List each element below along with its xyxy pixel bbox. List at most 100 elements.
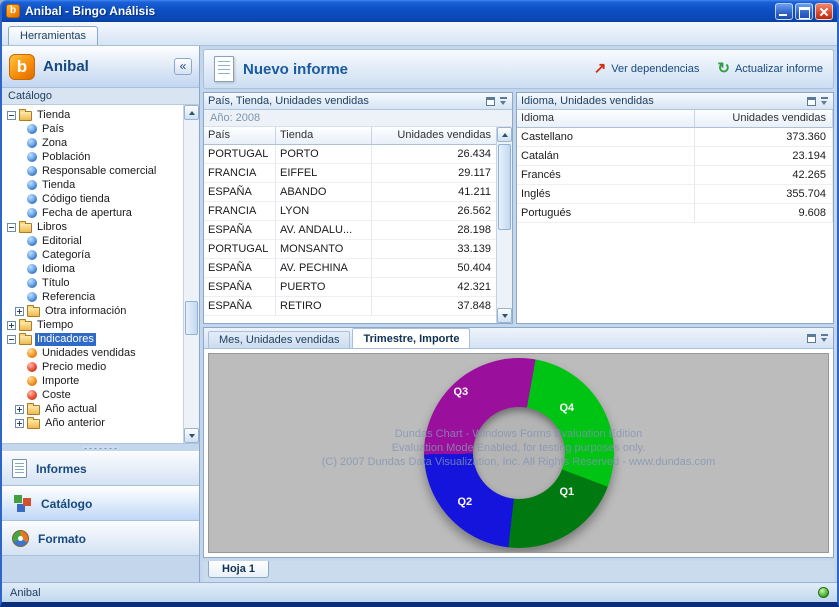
actualizar-informe-button[interactable]: ↻ Actualizar informe [717,62,823,76]
tree-item-selected[interactable]: Indicadores [2,332,183,346]
tree-item[interactable]: Precio medio [2,360,183,374]
filter-chip[interactable]: Año: 2008 [204,110,512,127]
table-row[interactable]: ESPAÑARETIRO37.848 [204,297,512,316]
tree-item[interactable]: Tiempo [2,318,183,332]
column-header[interactable]: Tienda [276,127,372,145]
folder-icon [27,419,40,429]
app-window: b Anibal - Bingo Análisis Herramientas b… [0,0,839,607]
minimize-button[interactable] [775,3,793,20]
table-row[interactable]: FRANCIAEIFFEL29.117 [204,164,512,183]
collapse-expander-icon[interactable] [7,223,16,232]
expand-expander-icon[interactable] [15,405,24,414]
table-row[interactable]: Castellano373.360 [517,128,833,147]
dimension-icon [27,278,37,288]
tree-item[interactable]: Año actual [2,402,183,416]
table-row[interactable]: Inglés355.704 [517,185,833,204]
catalog-section-label: Catálogo [2,88,199,105]
panel-menu-icon[interactable] [820,97,829,106]
sidebar-item-catalogo[interactable]: Catálogo [2,486,199,521]
ver-dependencias-button[interactable]: ↗ Ver dependencias [594,62,700,76]
table-row[interactable]: PORTUGALMONSANTO33.139 [204,240,512,259]
sheet-tab-hoja1[interactable]: Hoja 1 [208,561,269,578]
panel-restore-icon[interactable] [486,97,495,106]
report-header: Nuevo informe ↗ Ver dependencias ↻ Actua… [203,49,834,89]
collapse-expander-icon[interactable] [7,335,16,344]
sidebar-item-informes[interactable]: Informes [2,451,199,486]
tree-item[interactable]: Otra información [2,304,183,318]
collapse-expander-icon[interactable] [7,111,16,120]
collapse-sidebar-button[interactable]: « [174,58,192,75]
panel-restore-icon[interactable] [807,334,816,343]
column-header[interactable]: Unidades vendidas [372,127,512,145]
scroll-up-icon[interactable] [184,105,199,120]
table-row[interactable]: ESPAÑAABANDO41.211 [204,183,512,202]
tree-item-label: Libros [35,221,69,234]
tab-herramientas[interactable]: Herramientas [8,26,98,45]
tree-item-label: País [40,123,66,136]
tree-item[interactable]: Población [2,150,183,164]
table-row[interactable]: ESPAÑAAV. ANDALU...28.198 [204,221,512,240]
tree-item[interactable]: Zona [2,136,183,150]
expand-expander-icon[interactable] [15,307,24,316]
table-row[interactable]: ESPAÑAPUERTO42.321 [204,278,512,297]
expand-expander-icon[interactable] [7,321,16,330]
tree-item[interactable]: Importe [2,374,183,388]
tree-item[interactable]: Categoría [2,248,183,262]
cell: PUERTO [276,278,372,297]
tree-item[interactable]: Código tienda [2,192,183,206]
panel-menu-icon[interactable] [820,334,829,343]
tree-item[interactable]: Título [2,276,183,290]
table-row[interactable]: ESPAÑAAV. PECHINA50.404 [204,259,512,278]
tree-item[interactable]: Unidades vendidas [2,346,183,360]
app-name: Anibal [43,58,89,75]
tree-item[interactable]: Coste [2,388,183,402]
tree-item[interactable]: Idioma [2,262,183,276]
tree-item-label: Referencia [40,291,97,304]
scroll-down-icon[interactable] [497,308,512,323]
tree-item[interactable]: Año anterior [2,416,183,430]
splitter-grip[interactable] [2,443,199,451]
expand-expander-icon[interactable] [15,419,24,428]
tree-item[interactable]: Tienda [2,108,183,122]
panel-menu-icon[interactable] [499,97,508,106]
folder-icon [27,405,40,415]
tree-item[interactable]: Editorial [2,234,183,248]
tree-item[interactable]: Libros [2,220,183,234]
column-header[interactable]: País [204,127,276,145]
table-scrollbar[interactable] [496,127,512,323]
connection-status-icon [818,587,829,598]
slice-label: Q3 [454,386,469,398]
tab-trimestre-importe[interactable]: Trimestre, Importe [352,328,470,348]
close-button[interactable] [815,3,833,20]
table-row[interactable]: Catalán23.194 [517,147,833,166]
tree-item[interactable]: Referencia [2,290,183,304]
table-row[interactable]: PORTUGALPORTO26.434 [204,145,512,164]
panel-restore-icon[interactable] [807,97,816,106]
table-row[interactable]: Francés42.265 [517,166,833,185]
column-header[interactable]: Unidades vendidas [695,110,833,128]
tree-item[interactable]: País [2,122,183,136]
tree-item-label: Indicadores [35,333,96,346]
scroll-thumb[interactable] [185,301,198,335]
column-header[interactable]: Idioma [517,110,695,128]
sidebar-header: b Anibal « [2,46,199,88]
tree-scrollbar[interactable] [183,105,199,443]
tab-mes-unidades[interactable]: Mes, Unidades vendidas [208,331,350,348]
scroll-down-icon[interactable] [184,428,199,443]
cell: 42.321 [372,278,512,297]
tree-item[interactable]: Responsable comercial [2,164,183,178]
page-title: Nuevo informe [243,61,348,78]
dimension-icon [27,124,37,134]
dimension-icon [27,236,37,246]
sidebar-item-formato[interactable]: Formato [2,521,199,556]
table-row[interactable]: FRANCIALYON26.562 [204,202,512,221]
maximize-button[interactable] [795,3,813,20]
dimension-icon [27,250,37,260]
tree-item[interactable]: Tienda [2,178,183,192]
tree-item[interactable]: Fecha de apertura [2,206,183,220]
table-row[interactable]: Portugués9.608 [517,204,833,223]
cell: 37.848 [372,297,512,316]
cell: Castellano [517,128,695,147]
scroll-up-icon[interactable] [497,127,512,142]
scroll-thumb[interactable] [498,144,511,230]
